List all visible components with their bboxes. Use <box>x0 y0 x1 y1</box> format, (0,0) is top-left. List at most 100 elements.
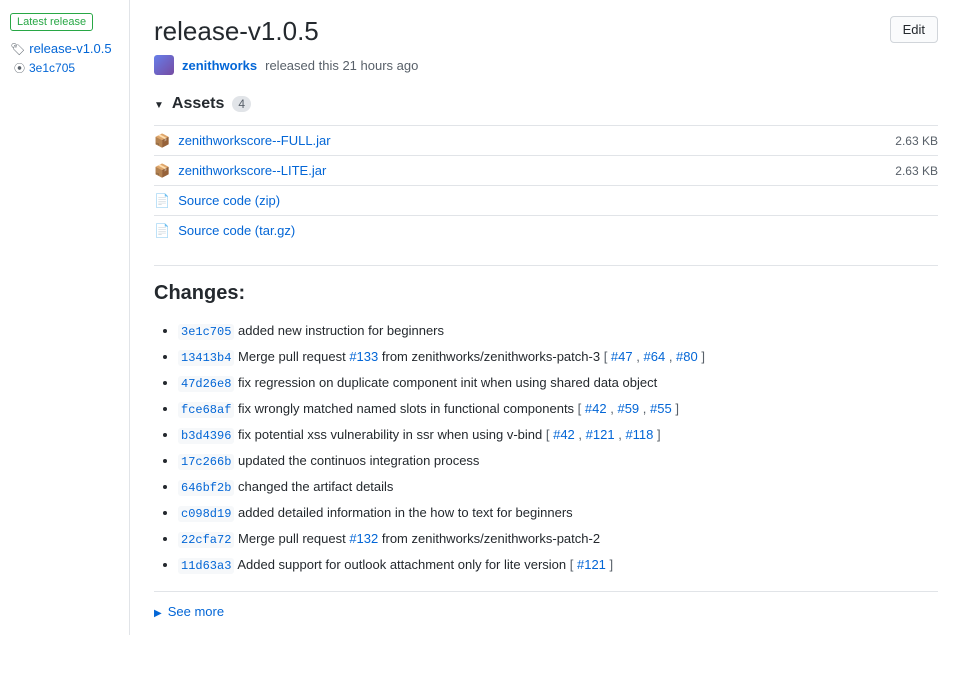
asset-item: zenithworkscore--FULL.jar 2.63 KB <box>154 125 938 155</box>
list-item: fce68af fix wrongly matched named slots … <box>178 399 938 419</box>
bracket: , <box>578 427 585 442</box>
commit-hash-link[interactable]: fce68af <box>178 402 234 418</box>
changes-list: 3e1c705 added new instruction for beginn… <box>154 321 938 575</box>
commit-text: Added support for outlook attachment onl… <box>237 557 569 572</box>
commit-text: fix potential xss vulnerability in ssr w… <box>238 427 546 442</box>
commit-text: added new instruction for beginners <box>238 323 444 338</box>
author-link[interactable]: zenithworks <box>182 58 257 73</box>
commit-hash-link[interactable]: 3e1c705 <box>178 324 234 340</box>
list-item: 22cfa72 Merge pull request #132 from zen… <box>178 529 938 549</box>
sidebar-commit-label: 3e1c705 <box>29 61 75 75</box>
asset-size-lite-jar: 2.63 KB <box>895 164 938 178</box>
asset-left: Source code (zip) <box>154 192 280 209</box>
commit-hash-link[interactable]: 13413b4 <box>178 350 234 366</box>
pr-link[interactable]: #64 <box>643 349 665 364</box>
release-header: release-v1.0.5 Edit <box>154 16 938 47</box>
commit-hash-link[interactable]: 47d26e8 <box>178 376 234 392</box>
edit-button[interactable]: Edit <box>890 16 938 43</box>
assets-count: 4 <box>232 96 251 112</box>
release-meta-text: released this 21 hours ago <box>265 58 418 73</box>
list-item: 17c266b updated the continuos integratio… <box>178 451 938 471</box>
bracket: ] <box>701 349 705 364</box>
asset-item: zenithworkscore--LITE.jar 2.63 KB <box>154 155 938 185</box>
bracket: ] <box>610 557 614 572</box>
list-item: 47d26e8 fix regression on duplicate comp… <box>178 373 938 393</box>
commit-hash-link[interactable]: c098d19 <box>178 506 234 522</box>
pr-link[interactable]: #80 <box>676 349 698 364</box>
avatar <box>154 55 174 75</box>
commit-hash-link[interactable]: 17c266b <box>178 454 234 470</box>
list-item: 13413b4 Merge pull request #133 from zen… <box>178 347 938 367</box>
commit-text: from zenithworks/zenithworks-patch-3 <box>382 349 604 364</box>
asset-left: zenithworkscore--LITE.jar <box>154 162 326 179</box>
asset-link-source-zip[interactable]: Source code (zip) <box>178 193 280 208</box>
list-item: 3e1c705 added new instruction for beginn… <box>178 321 938 341</box>
release-meta: zenithworks released this 21 hours ago <box>154 55 938 75</box>
main-content: release-v1.0.5 Edit zenithworks released… <box>130 0 962 635</box>
changes-title: Changes: <box>154 282 938 305</box>
zip-icon <box>154 222 170 239</box>
assets-title: Assets <box>172 95 224 113</box>
asset-item: Source code (zip) <box>154 185 938 215</box>
tag-icon: 🏷 <box>10 42 25 56</box>
bracket: [ <box>578 401 585 416</box>
pr-link[interactable]: #132 <box>349 531 378 546</box>
assets-section: Assets 4 zenithworkscore--FULL.jar 2.63 … <box>154 95 938 245</box>
pr-link[interactable]: #121 <box>577 557 606 572</box>
changes-section: Changes: 3e1c705 added new instruction f… <box>154 265 938 619</box>
asset-link-lite-jar[interactable]: zenithworkscore--LITE.jar <box>178 163 326 178</box>
commit-text: fix regression on duplicate component in… <box>238 375 657 390</box>
commit-hash-link[interactable]: 11d63a3 <box>178 558 234 574</box>
bracket: , <box>643 401 650 416</box>
list-item: c098d19 added detailed information in th… <box>178 503 938 523</box>
commit-text: changed the artifact details <box>238 479 393 494</box>
commit-hash-link[interactable]: 646bf2b <box>178 480 234 496</box>
package-icon <box>154 162 170 179</box>
see-more-label: See more <box>168 604 224 619</box>
latest-release-badge[interactable]: Latest release <box>10 13 93 31</box>
bracket: , <box>669 349 676 364</box>
chevron-right-icon <box>154 604 162 619</box>
asset-link-source-tgz[interactable]: Source code (tar.gz) <box>178 223 295 238</box>
asset-left: Source code (tar.gz) <box>154 222 295 239</box>
pr-link[interactable]: #118 <box>625 427 653 442</box>
see-more-button[interactable]: See more <box>154 591 938 619</box>
bracket: [ <box>604 349 611 364</box>
bracket: [ <box>570 557 577 572</box>
zip-icon <box>154 192 170 209</box>
pr-link[interactable]: #59 <box>617 401 639 416</box>
release-title: release-v1.0.5 <box>154 16 319 47</box>
commit-text: Merge pull request <box>238 531 349 546</box>
pr-link[interactable]: #47 <box>611 349 633 364</box>
asset-link-full-jar[interactable]: zenithworkscore--FULL.jar <box>178 133 330 148</box>
asset-item: Source code (tar.gz) <box>154 215 938 245</box>
commit-hash-link[interactable]: b3d4396 <box>178 428 234 444</box>
commit-text: fix wrongly matched named slots in funct… <box>238 401 578 416</box>
sidebar: Latest release 🏷 release-v1.0.5 ⦿ 3e1c70… <box>0 0 130 635</box>
commit-hash-link[interactable]: 22cfa72 <box>178 532 234 548</box>
pr-link[interactable]: #42 <box>553 427 575 442</box>
asset-left: zenithworkscore--FULL.jar <box>154 132 331 149</box>
bracket: [ <box>546 427 553 442</box>
sidebar-tag-label: release-v1.0.5 <box>29 41 111 56</box>
commit-text: Merge pull request <box>238 349 349 364</box>
commit-text: added detailed information in the how to… <box>238 505 573 520</box>
commit-text: updated the continuos integration proces… <box>238 453 479 468</box>
list-item: 11d63a3 Added support for outlook attach… <box>178 555 938 575</box>
pr-link[interactable]: #121 <box>586 427 615 442</box>
pr-link[interactable]: #133 <box>349 349 378 364</box>
bracket: ] <box>657 427 661 442</box>
bracket: ] <box>675 401 679 416</box>
list-item: 646bf2b changed the artifact details <box>178 477 938 497</box>
commit-text: from zenithworks/zenithworks-patch-2 <box>382 531 600 546</box>
package-icon <box>154 132 170 149</box>
pr-link[interactable]: #55 <box>650 401 672 416</box>
assets-header[interactable]: Assets 4 <box>154 95 938 113</box>
commit-icon: ⦿ <box>14 60 25 76</box>
sidebar-tag-row[interactable]: 🏷 release-v1.0.5 <box>10 41 119 56</box>
asset-size-full-jar: 2.63 KB <box>895 134 938 148</box>
chevron-down-icon <box>154 95 164 113</box>
list-item: b3d4396 fix potential xss vulnerability … <box>178 425 938 445</box>
sidebar-commit-row[interactable]: ⦿ 3e1c705 <box>10 60 119 76</box>
pr-link[interactable]: #42 <box>585 401 607 416</box>
